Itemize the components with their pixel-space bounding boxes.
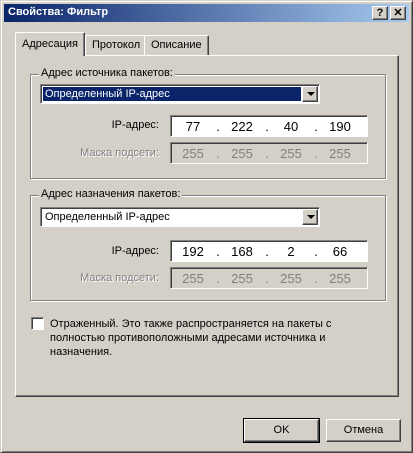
source-address-group: Адрес источника пакетов: Определенный IP… (30, 67, 386, 179)
destination-mask-octet-4: 255 (329, 271, 351, 286)
ip-separator: . (314, 244, 318, 259)
source-mask-octet-3: 255 (280, 146, 302, 161)
destination-ip-label: IP-адрес: (111, 245, 159, 257)
cancel-button-label: Отмена (343, 424, 384, 436)
source-mask-label: Маска подсети: (80, 147, 159, 159)
ok-button-label: OK (273, 424, 290, 436)
destination-ip-input[interactable]: 192 . 168 . 2 . 66 (170, 240, 368, 262)
tab-label: Описание (151, 39, 202, 51)
source-ip-label: IP-адрес: (111, 119, 159, 131)
destination-type-value: Определенный IP-адрес (45, 211, 170, 223)
source-ip-octet-1[interactable]: 77 (175, 119, 211, 134)
destination-group-legend: Адрес назначения пакетов: (39, 188, 183, 200)
tab-description[interactable]: Описание (144, 35, 209, 55)
destination-ip-octet-1[interactable]: 192 (175, 244, 211, 259)
source-type-select[interactable]: Определенный IP-адрес (40, 84, 320, 104)
source-ip-octet-3[interactable]: 40 (273, 119, 309, 134)
ip-separator: . (216, 244, 220, 259)
destination-ip-octet-3[interactable]: 2 (273, 244, 309, 259)
help-button[interactable]: ? (372, 6, 388, 20)
source-group-legend: Адрес источника пакетов: (39, 67, 175, 79)
source-mask-octet-1: 255 (182, 146, 204, 161)
destination-mask-octet-2: 255 (231, 271, 253, 286)
ip-separator: . (216, 146, 220, 161)
destination-mask-octet-3: 255 (280, 271, 302, 286)
source-mask-octet-4: 255 (329, 146, 351, 161)
ip-separator: . (265, 244, 269, 259)
tab-protocol[interactable]: Протокол (85, 35, 148, 55)
chevron-down-icon[interactable] (302, 86, 318, 102)
tab-addressing[interactable]: Адресация (15, 32, 86, 56)
close-button[interactable]: ✕ (390, 6, 406, 20)
source-ip-octet-2[interactable]: 222 (224, 119, 260, 134)
source-type-value: Определенный IP-адрес (43, 87, 301, 101)
ip-separator: . (265, 119, 269, 134)
tab-label: Адресация (22, 38, 79, 50)
destination-ip-octet-2[interactable]: 168 (224, 244, 260, 259)
mirrored-checkbox-label[interactable]: Отраженный. Это также распространяется н… (50, 317, 350, 359)
destination-mask-input: 255 . 255 . 255 . 255 (170, 267, 368, 289)
source-mask-octet-2: 255 (231, 146, 253, 161)
ip-separator: . (265, 146, 269, 161)
close-icon: ✕ (393, 7, 403, 19)
source-ip-input[interactable]: 77 . 222 . 40 . 190 (170, 115, 368, 137)
tab-label: Протокол (92, 39, 141, 51)
help-icon: ? (376, 7, 384, 19)
ip-separator: . (265, 271, 269, 286)
cancel-button[interactable]: Отмена (326, 419, 401, 442)
chevron-down-icon[interactable] (302, 209, 318, 225)
source-mask-input: 255 . 255 . 255 . 255 (170, 142, 368, 164)
destination-ip-octet-4[interactable]: 66 (322, 244, 358, 259)
destination-type-select[interactable]: Определенный IP-адрес (40, 207, 320, 227)
title-bar[interactable]: Свойства: Фильтр ? ✕ (4, 4, 409, 22)
ip-separator: . (314, 146, 318, 161)
ip-separator: . (216, 271, 220, 286)
ip-separator: . (314, 271, 318, 286)
window-title: Свойства: Фильтр (8, 6, 109, 18)
ip-separator: . (216, 119, 220, 134)
filter-properties-dialog: Свойства: Фильтр ? ✕ Адресация Протокол … (0, 0, 413, 453)
destination-address-group: Адрес назначения пакетов: Определенный I… (30, 188, 386, 301)
ok-button[interactable]: OK (243, 418, 320, 443)
destination-mask-octet-1: 255 (182, 271, 204, 286)
mirrored-checkbox[interactable] (31, 317, 44, 330)
source-ip-octet-4[interactable]: 190 (322, 119, 358, 134)
ip-separator: . (314, 119, 318, 134)
destination-mask-label: Маска подсети: (80, 272, 159, 284)
